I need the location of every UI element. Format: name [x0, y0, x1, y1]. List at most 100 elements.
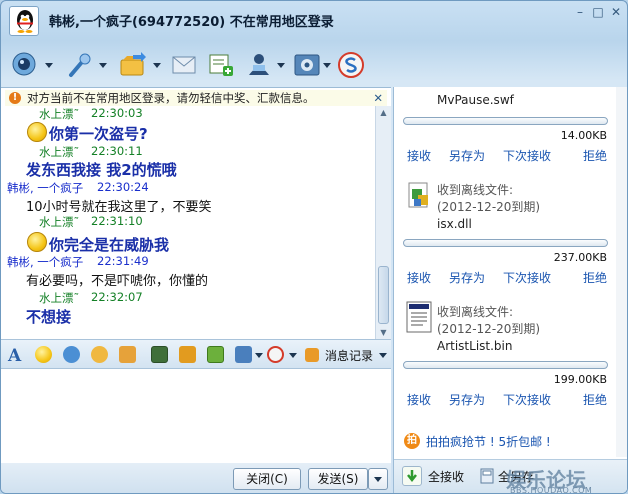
save-as-link[interactable]: 另存为 — [449, 147, 485, 164]
close-window-button[interactable]: ✕ — [607, 5, 625, 19]
voice-call-button[interactable] — [65, 51, 107, 81]
message-text: 有必要吗，不是吓唬你，你懂的 — [26, 274, 209, 289]
qq-chat-window: 韩彬,一个疯子(694772520) 不在常用地区登录 – □ ✕ ! 对方当前… — [0, 0, 628, 494]
image-icon[interactable] — [151, 346, 168, 363]
receive-link[interactable]: 接收 — [407, 147, 431, 164]
send-file-button[interactable] — [119, 51, 161, 81]
receive-link[interactable]: 接收 — [407, 391, 431, 408]
file-size: 199.00KB — [553, 373, 607, 386]
scroll-up-icon[interactable]: ▲ — [376, 106, 391, 120]
reject-link[interactable]: 拒绝 — [583, 147, 607, 164]
message-sender: 韩彬, 一个疯子 — [7, 255, 84, 269]
chevron-down-icon — [99, 63, 107, 68]
download-arrow-icon — [407, 470, 417, 483]
bottom-bar: 关闭(C) 发送(S) — [1, 463, 391, 493]
message-sender: 水上漂˜ — [39, 107, 80, 121]
message-time: 22:30:03 — [91, 106, 143, 120]
nudge-icon[interactable] — [119, 346, 136, 363]
accept-all-button[interactable] — [402, 466, 422, 486]
sogou-button[interactable] — [337, 51, 365, 81]
chevron-down-icon — [277, 63, 285, 68]
message-text: 你第一次盗号? — [49, 125, 148, 143]
history-icon — [305, 348, 319, 362]
message-time: 22:31:10 — [91, 214, 143, 228]
gift-icon[interactable] — [207, 346, 224, 363]
chevron-down-icon[interactable] — [255, 353, 263, 358]
file-size: 14.00KB — [560, 129, 607, 142]
save-as-link[interactable]: 另存为 — [449, 391, 485, 408]
file-name: ArtistList.bin — [437, 339, 513, 353]
receive-link[interactable]: 接收 — [407, 269, 431, 286]
receive-later-link[interactable]: 下次接收 — [503, 147, 551, 164]
scroll-thumb[interactable] — [378, 266, 389, 324]
message-time: 22:32:07 — [91, 290, 143, 304]
chat-history[interactable]: ! 对方当前不在常用地区登录，请勿轻信中奖、汇款信息。 ✕ 水上漂˜ 22:30… — [1, 87, 391, 339]
reject-link[interactable]: 拒绝 — [583, 269, 607, 286]
progress-bar — [403, 361, 608, 369]
send-button[interactable]: 发送(S) — [308, 468, 368, 490]
save-as-link[interactable]: 另存为 — [449, 269, 485, 286]
chevron-down-icon[interactable] — [289, 353, 297, 358]
send-mail-button[interactable] — [171, 51, 199, 81]
file-transfer-panel: MvPause.swf 14.00KB 接收 另存为 下次接收 拒绝 收到离线文… — [393, 87, 627, 494]
video-call-button[interactable] — [11, 51, 53, 81]
receive-later-link[interactable]: 下次接收 — [503, 391, 551, 408]
receive-later-link[interactable]: 下次接收 — [503, 269, 551, 286]
paipai-icon: 拍 — [404, 433, 420, 449]
maximize-button[interactable]: □ — [589, 5, 607, 19]
warning-icon: ! — [9, 92, 21, 104]
file-panel-scrollbar[interactable] — [616, 87, 627, 457]
sogou-icon[interactable] — [267, 346, 284, 363]
emoji-icon[interactable] — [35, 346, 52, 363]
message-time: 22:30:11 — [91, 144, 143, 158]
file-name: MvPause.swf — [437, 93, 514, 107]
chevron-down-icon — [374, 477, 382, 482]
message-sender: 水上漂˜ — [39, 291, 80, 305]
file-size: 237.00KB — [553, 251, 607, 264]
watermark-url: BBS.HOUDAO.COM — [510, 486, 593, 494]
magic-emoji-icon[interactable] — [63, 346, 80, 363]
accept-all-label[interactable]: 全接收 — [428, 468, 464, 485]
mail-icon — [172, 56, 196, 74]
message-history-button[interactable]: 消息记录 — [325, 347, 373, 364]
create-group-button[interactable] — [207, 51, 235, 81]
chevron-down-icon[interactable] — [379, 353, 387, 358]
save-icon[interactable] — [480, 468, 494, 484]
offline-file-label: 收到离线文件: — [437, 183, 514, 197]
chat-scrollbar[interactable]: ▲ ▼ — [375, 106, 391, 339]
message-text: 发东西我接 我2的慌哦 — [26, 161, 177, 179]
sogou-icon — [338, 52, 364, 78]
window-title: 韩彬,一个疯子(694772520) 不在常用地区登录 — [49, 15, 334, 30]
remote-assist-button[interactable] — [245, 51, 285, 81]
file-actions: 接收 另存为 下次接收 拒绝 — [407, 391, 612, 407]
file-name: isx.dll — [437, 217, 472, 231]
send-options-button[interactable] — [368, 468, 388, 490]
minimize-button[interactable]: – — [571, 5, 589, 19]
sticker-icon[interactable] — [91, 346, 108, 363]
sly-smiley-icon — [27, 122, 47, 142]
reject-link[interactable]: 拒绝 — [583, 391, 607, 408]
scroll-down-icon[interactable]: ▼ — [376, 326, 391, 339]
microphone-icon — [69, 53, 91, 77]
font-icon[interactable]: A — [7, 346, 24, 363]
security-notice: ! 对方当前不在常用地区登录，请勿轻信中奖、汇款信息。 ✕ — [5, 90, 387, 106]
webcam-icon — [12, 52, 36, 76]
chevron-down-icon — [45, 63, 53, 68]
main-toolbar — [1, 47, 627, 87]
folder-icon — [120, 52, 146, 76]
add-list-icon — [209, 54, 233, 76]
file-actions: 接收 另存为 下次接收 拒绝 — [407, 269, 612, 285]
notice-text: 对方当前不在常用地区登录，请勿轻信中奖、汇款信息。 — [27, 91, 315, 105]
message-text: 不想接 — [26, 308, 72, 326]
app-settings-button[interactable] — [293, 51, 331, 81]
gear-window-icon — [294, 54, 320, 76]
close-button[interactable]: 关闭(C) — [233, 468, 301, 490]
notice-close-button[interactable]: ✕ — [373, 90, 383, 106]
user-screen-icon — [249, 54, 269, 75]
avatar[interactable] — [9, 6, 39, 36]
progress-bar — [403, 117, 608, 125]
screenshot-icon[interactable] — [235, 346, 252, 363]
music-icon[interactable] — [179, 346, 196, 363]
message-input[interactable] — [1, 369, 391, 463]
qq-penguin-icon — [17, 10, 33, 33]
